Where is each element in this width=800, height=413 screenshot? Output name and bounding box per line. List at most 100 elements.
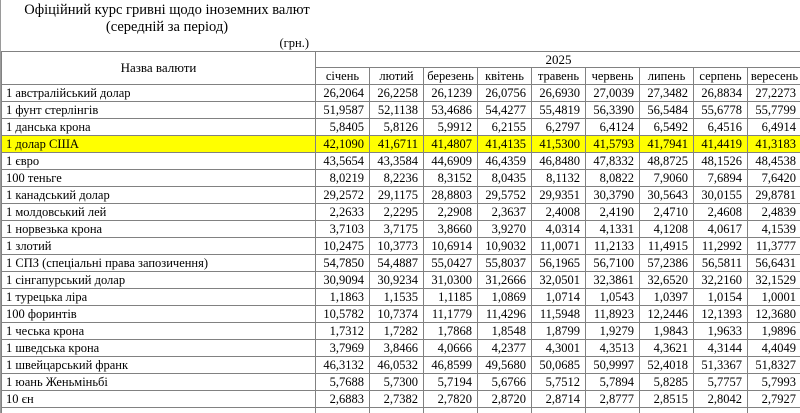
rate-value: 8,0219 xyxy=(316,170,370,187)
table-row: 1 норвезька крона3,71033,71753,86603,927… xyxy=(2,221,800,238)
page-title: Офіційний курс гривні щодо іноземних вал… xyxy=(1,2,333,19)
currency-name: 1 данська крона xyxy=(2,119,316,136)
rate-value: 27,2273 xyxy=(748,85,800,102)
rate-value: 41,5793 xyxy=(586,136,640,153)
rate-value: 6,2155 xyxy=(478,119,532,136)
empty-cell xyxy=(748,408,800,413)
table-row: 1 злотий10,247510,377310,691410,903211,0… xyxy=(2,238,800,255)
unit-label: (грн.) xyxy=(1,36,315,51)
rate-value: 2,7820 xyxy=(424,391,478,408)
rate-value: 26,8834 xyxy=(694,85,748,102)
table-row: 1 євро43,565443,358444,690946,435946,848… xyxy=(2,153,800,170)
rate-value: 57,2386 xyxy=(640,255,694,272)
currency-name: 1 СПЗ (спеціальні права запозичення) xyxy=(2,255,316,272)
rate-value: 26,0756 xyxy=(478,85,532,102)
rate-value: 30,9094 xyxy=(316,272,370,289)
rate-value: 32,1529 xyxy=(748,272,800,289)
table-row: 1 канадський долар29,257229,117528,88032… xyxy=(2,187,800,204)
rate-value: 1,9896 xyxy=(748,323,800,340)
currency-name: 1 шведська крона xyxy=(2,340,316,357)
rate-value: 30,3790 xyxy=(586,187,640,204)
rate-value: 52,1138 xyxy=(370,102,424,119)
rate-value: 4,3513 xyxy=(586,340,640,357)
rate-value: 48,8725 xyxy=(640,153,694,170)
rate-value: 11,5948 xyxy=(532,306,586,323)
rate-value: 11,2992 xyxy=(694,238,748,255)
table-row: 1 юань Женьміньбі5,76885,73005,71945,676… xyxy=(2,374,800,391)
rate-value: 3,7175 xyxy=(370,221,424,238)
rate-value: 5,8405 xyxy=(316,119,370,136)
rate-value: 1,9633 xyxy=(694,323,748,340)
empty-cell xyxy=(478,408,532,413)
rate-value: 7,6894 xyxy=(694,170,748,187)
rate-value: 6,5492 xyxy=(640,119,694,136)
month-header: серпень xyxy=(694,68,748,85)
rate-value: 48,4538 xyxy=(748,153,800,170)
table-row: 100 форинтів10,578210,737411,177911,4296… xyxy=(2,306,800,323)
rate-value: 29,9351 xyxy=(532,187,586,204)
month-header: лютий xyxy=(370,68,424,85)
currency-name: 1 євро xyxy=(2,153,316,170)
rate-value: 51,8327 xyxy=(748,357,800,374)
rate-value: 54,4887 xyxy=(370,255,424,272)
rate-value: 4,3144 xyxy=(694,340,748,357)
rate-value: 50,0685 xyxy=(532,357,586,374)
currency-name: 1 долар США xyxy=(2,136,316,153)
rate-value: 5,7894 xyxy=(586,374,640,391)
rate-value: 5,8126 xyxy=(370,119,424,136)
rate-value: 5,7194 xyxy=(424,374,478,391)
rate-value: 55,8037 xyxy=(478,255,532,272)
rate-value: 41,3183 xyxy=(748,136,800,153)
rate-value: 26,1239 xyxy=(424,85,478,102)
rate-value: 29,1175 xyxy=(370,187,424,204)
table-row: 10 єн2,68832,73822,78202,87202,87142,877… xyxy=(2,391,800,408)
rate-value: 1,7282 xyxy=(370,323,424,340)
rate-value: 43,5654 xyxy=(316,153,370,170)
rate-value: 2,2633 xyxy=(316,204,370,221)
month-header: липень xyxy=(640,68,694,85)
rate-value: 1,8548 xyxy=(478,323,532,340)
table-row: 1 молдовський лей2,26332,22952,29082,363… xyxy=(2,204,800,221)
rate-value: 43,3584 xyxy=(370,153,424,170)
table-row: 1 австралійський долар26,206426,225826,1… xyxy=(2,85,800,102)
rate-value: 2,4608 xyxy=(694,204,748,221)
rate-value: 4,4049 xyxy=(748,340,800,357)
rate-value: 1,1863 xyxy=(316,289,370,306)
rate-value: 1,0869 xyxy=(478,289,532,306)
currency-name: 1 злотий xyxy=(2,238,316,255)
rate-value: 41,4135 xyxy=(478,136,532,153)
table-row: 1 шведська крона3,79693,84664,06664,2377… xyxy=(2,340,800,357)
rate-value: 11,2133 xyxy=(586,238,640,255)
rate-value: 11,4296 xyxy=(478,306,532,323)
currency-name: 1 швейцарський франк xyxy=(2,357,316,374)
empty-cell xyxy=(640,408,694,413)
rate-value: 2,8515 xyxy=(640,391,694,408)
rate-value: 8,0822 xyxy=(586,170,640,187)
rate-value: 3,8660 xyxy=(424,221,478,238)
rate-value: 51,9587 xyxy=(316,102,370,119)
empty-cell xyxy=(694,408,748,413)
rate-value: 31,0300 xyxy=(424,272,478,289)
table-row: 1 данська крона5,84055,81265,99126,21556… xyxy=(2,119,800,136)
rate-value: 41,7941 xyxy=(640,136,694,153)
rate-value: 2,3637 xyxy=(478,204,532,221)
rate-value: 5,7757 xyxy=(694,374,748,391)
currency-name: 1 юань Женьміньбі xyxy=(2,374,316,391)
empty-cell xyxy=(2,408,316,413)
rate-value: 2,4190 xyxy=(586,204,640,221)
rate-value: 53,4686 xyxy=(424,102,478,119)
rate-value: 26,2258 xyxy=(370,85,424,102)
rate-value: 41,5300 xyxy=(532,136,586,153)
table-row: 1 чеська крона1,73121,72821,78681,85481,… xyxy=(2,323,800,340)
rate-value: 3,7969 xyxy=(316,340,370,357)
empty-cell xyxy=(586,408,640,413)
rate-value: 56,7100 xyxy=(586,255,640,272)
rate-value: 5,7300 xyxy=(370,374,424,391)
month-header: вересень xyxy=(748,68,800,85)
rate-value: 4,2377 xyxy=(478,340,532,357)
rate-value: 11,3777 xyxy=(748,238,800,255)
rate-value: 5,7993 xyxy=(748,374,800,391)
exchange-rates-sheet: Офіційний курс гривні щодо іноземних вал… xyxy=(0,0,800,413)
table-row: 1 долар США42,109041,671141,480741,41354… xyxy=(2,136,800,153)
rate-value: 10,5782 xyxy=(316,306,370,323)
